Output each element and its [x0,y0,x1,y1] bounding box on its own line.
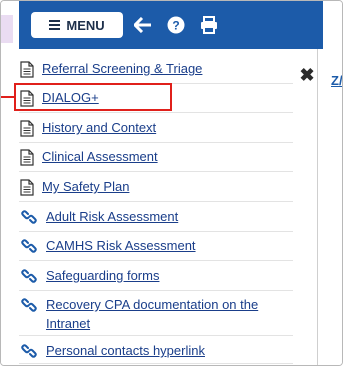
callout-line [1,96,14,98]
menu-item-label: My Safety Plan [42,179,130,194]
help-icon[interactable]: ? [165,14,187,36]
highlight-box [14,83,172,111]
link-icon [21,236,37,256]
menu-item-label: CAMHS Risk Assessment [46,238,196,253]
document-icon [19,118,35,138]
menu-item-clinical-assessment[interactable]: Clinical Assessment [19,147,293,172]
menu-item-recovery-cpa[interactable]: Recovery CPA documentation on the Intran… [19,295,293,336]
link-icon [21,295,37,315]
menu-item-label: History and Context [42,120,157,135]
menu-item-label: Personal contacts hyperlink [46,343,205,358]
background-strip [1,15,13,43]
menu-item-label: Safeguarding forms [46,268,160,283]
menu-item-history-context[interactable]: History and Context [19,118,293,143]
menu-item-camhs-risk-assessment[interactable]: CAMHS Risk Assessment [19,236,293,261]
top-bar: MENU ? [1,1,342,49]
menu-item-referral-screening[interactable]: Referral Screening & Triage [19,59,293,84]
menu-item-label: Adult Risk Assessment [46,209,179,224]
menu-item-my-safety-plan[interactable]: My Safety Plan [19,177,293,202]
menu-item-label: Recovery CPA documentation on the Intran… [46,297,259,331]
content-pane: Z/ [323,49,342,365]
menu-button[interactable]: MENU [31,12,123,38]
link-icon [21,266,37,286]
back-arrow-icon[interactable] [132,14,154,36]
print-icon[interactable] [198,14,220,36]
link-icon [21,341,37,361]
menu-bars-icon [49,20,61,30]
document-icon [19,147,35,167]
menu-item-personal-contacts[interactable]: Personal contacts hyperlink [19,341,293,364]
menu-button-label: MENU [66,17,105,33]
menu-item-label: Clinical Assessment [42,149,158,164]
svg-text:?: ? [172,19,179,33]
content-link[interactable]: Z/ [331,73,342,88]
close-icon[interactable]: ✖ [298,66,316,84]
toolbar: MENU ? [19,1,323,49]
document-icon [19,177,35,197]
menu-item-adult-risk-assessment[interactable]: Adult Risk Assessment [19,207,293,232]
menu-item-label: Referral Screening & Triage [42,61,203,76]
document-icon [19,59,35,79]
menu-item-safeguarding-forms[interactable]: Safeguarding forms [19,266,293,291]
app-frame: MENU ? ✖ Z/ Referral Screening & Triage … [0,0,343,366]
link-icon [21,207,37,227]
